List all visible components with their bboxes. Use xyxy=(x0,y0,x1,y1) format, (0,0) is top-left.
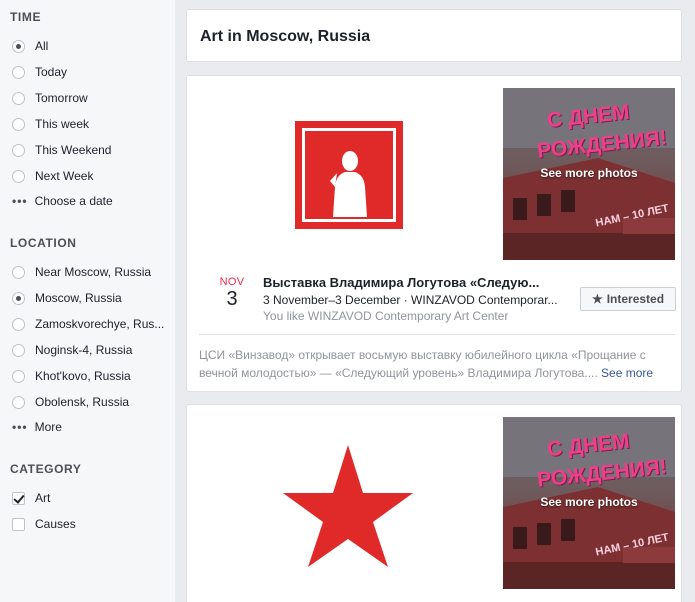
radio-icon[interactable] xyxy=(12,395,25,409)
category-option-causes[interactable]: Causes xyxy=(12,515,76,533)
filters-sidebar: TIME All Today Tomorrow This week This W… xyxy=(0,0,175,602)
radio-icon[interactable] xyxy=(12,91,25,105)
time-option-label: All xyxy=(35,39,49,53)
location-option-label: Zamoskvorechye, Rus... xyxy=(35,317,165,331)
time-option-label: This week xyxy=(35,117,90,131)
event-social-context: You like WINZAVOD Contemporary Art Cente… xyxy=(263,309,509,323)
checkbox-checked-icon[interactable] xyxy=(12,491,25,505)
divider xyxy=(199,334,675,335)
location-option-label: Noginsk-4, Russia xyxy=(35,343,133,357)
location-option-near-moscow[interactable]: Near Moscow, Russia xyxy=(12,263,151,281)
time-option-today[interactable]: Today xyxy=(12,63,67,81)
location-option-obolensk[interactable]: Obolensk, Russia xyxy=(12,393,129,411)
radio-icon[interactable] xyxy=(12,369,25,383)
category-option-label: Art xyxy=(35,491,51,505)
location-option-label: Khot'kovo, Russia xyxy=(35,369,131,383)
radio-selected-icon[interactable] xyxy=(12,39,25,53)
location-option-khotkovo[interactable]: Khot'kovo, Russia xyxy=(12,367,131,385)
location-option-zamoskvorechye[interactable]: Zamoskvorechye, Rus... xyxy=(12,315,164,333)
event-photo[interactable]: С ДНЕМ РОЖДЕНИЯ! НАМ – 10 ЛЕТ See more p… xyxy=(503,417,675,589)
radio-icon[interactable] xyxy=(12,117,25,131)
event-info: Выставка Владимира Логутова «Следую... 3… xyxy=(263,275,573,323)
time-option-label: Today xyxy=(35,65,68,79)
more-dots-icon: ••• xyxy=(12,194,28,208)
time-option-next-week[interactable]: Next Week xyxy=(12,167,93,185)
radio-selected-icon[interactable] xyxy=(12,291,25,305)
choose-date-link[interactable]: ••• Choose a date xyxy=(12,192,113,210)
radio-icon[interactable] xyxy=(12,343,25,357)
category-option-label: Causes xyxy=(35,517,76,531)
time-option-this-weekend[interactable]: This Weekend xyxy=(12,141,111,159)
event-dates-venue: 3 November–3 December · WINZAVOD Contemp… xyxy=(263,293,558,307)
interested-button[interactable]: ★ Interested xyxy=(580,287,676,311)
event-description-text: ЦСИ «Винзавод» открывает восьмую выставк… xyxy=(199,348,646,380)
location-option-label: Obolensk, Russia xyxy=(35,395,130,409)
time-section-title: TIME xyxy=(10,10,42,24)
location-section-title: LOCATION xyxy=(10,236,77,250)
checkbox-icon[interactable] xyxy=(12,517,25,531)
time-option-label: This Weekend xyxy=(35,143,112,157)
location-option-moscow[interactable]: Moscow, Russia xyxy=(12,289,122,307)
location-option-noginsk[interactable]: Noginsk-4, Russia xyxy=(12,341,132,359)
radio-icon[interactable] xyxy=(12,265,25,279)
category-option-art[interactable]: Art xyxy=(12,489,50,507)
location-option-label: Moscow, Russia xyxy=(35,291,122,305)
location-more-label: More xyxy=(34,420,62,434)
time-option-all[interactable]: All xyxy=(12,37,48,55)
star-icon: ★ xyxy=(591,292,603,306)
radio-icon[interactable] xyxy=(12,169,25,183)
radio-icon[interactable] xyxy=(12,317,25,331)
see-more-photos-link[interactable]: See more photos xyxy=(503,166,675,180)
red-star-icon[interactable] xyxy=(282,441,414,569)
interested-label: Interested xyxy=(606,292,665,306)
page-title: Art in Moscow, Russia xyxy=(200,28,371,45)
event-logo[interactable] xyxy=(295,121,403,229)
event-month: NOV xyxy=(219,276,245,288)
person-silhouette-icon xyxy=(330,151,367,217)
time-option-tomorrow[interactable]: Tomorrow xyxy=(12,89,88,107)
category-section-title: CATEGORY xyxy=(10,462,82,476)
event-day: 3 xyxy=(226,288,238,310)
radio-icon[interactable] xyxy=(12,143,25,157)
see-more-photos-link[interactable]: See more photos xyxy=(503,495,675,509)
time-option-this-week[interactable]: This week xyxy=(12,115,89,133)
time-option-label: Next Week xyxy=(35,169,94,183)
event-card[interactable]: С ДНЕМ РОЖДЕНИЯ! НАМ – 10 ЛЕТ See more p… xyxy=(186,404,682,602)
radio-icon[interactable] xyxy=(12,65,25,79)
time-option-label: Tomorrow xyxy=(35,91,88,105)
event-card[interactable]: С ДНЕМ РОЖДЕНИЯ! НАМ – 10 ЛЕТ See more p… xyxy=(186,75,682,392)
location-more-link[interactable]: ••• More xyxy=(12,418,62,436)
event-photo[interactable]: С ДНЕМ РОЖДЕНИЯ! НАМ – 10 ЛЕТ See more p… xyxy=(503,88,675,260)
results-header: Art in Moscow, Russia xyxy=(186,9,682,62)
see-more-link[interactable]: See more xyxy=(601,366,653,380)
choose-date-label: Choose a date xyxy=(34,194,113,208)
location-option-label: Near Moscow, Russia xyxy=(35,265,152,279)
event-description: ЦСИ «Винзавод» открывает восьмую выставк… xyxy=(199,346,677,382)
event-title-link[interactable]: Выставка Владимира Логутова «Следую... xyxy=(263,275,568,290)
more-dots-icon: ••• xyxy=(12,420,28,434)
event-date: NOV 3 xyxy=(213,276,251,310)
